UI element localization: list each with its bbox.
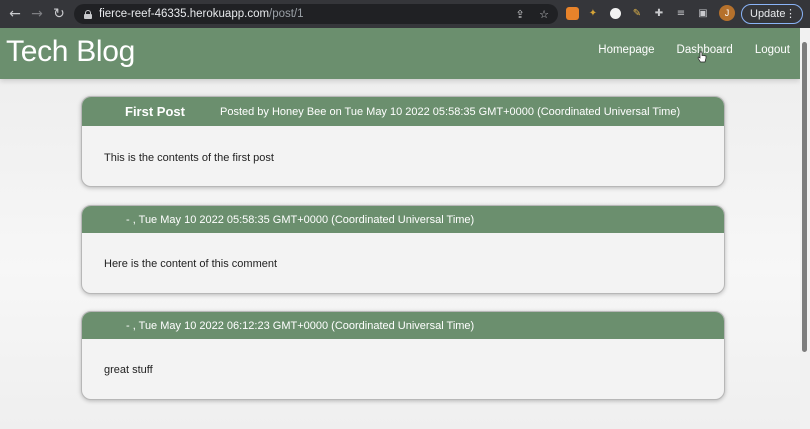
back-icon[interactable]: ←: [4, 3, 26, 25]
lock-icon: [84, 9, 92, 19]
share-icon[interactable]: ⇪: [512, 6, 528, 22]
reload-icon[interactable]: ↻: [48, 3, 70, 25]
comment-content: Here is the content of this comment: [104, 258, 278, 270]
circle-extension-icon[interactable]: [607, 5, 623, 21]
site-nav: Homepage Dashboard Logout: [598, 44, 790, 56]
comment-meta: - , Tue May 10 2022 06:12:23 GMT+0000 (C…: [82, 312, 724, 339]
menu-dots-icon[interactable]: ⋮: [785, 7, 796, 20]
post-header: First Post Posted by Honey Bee on Tue Ma…: [82, 97, 724, 126]
post-title: First Post: [125, 104, 185, 119]
reading-list-icon[interactable]: ≡: [673, 5, 689, 21]
site-header: Tech Blog Homepage Dashboard Logout: [0, 28, 800, 79]
browser-toolbar: ← → ↻ fierce-reef-46335.herokuapp.com/po…: [0, 0, 810, 28]
url-text: fierce-reef-46335.herokuapp.com/post/1: [99, 8, 304, 20]
forward-icon[interactable]: →: [26, 3, 48, 25]
puzzle-extensions-icon[interactable]: ✚: [651, 5, 667, 21]
scrollbar-thumb[interactable]: [802, 42, 807, 352]
extensions-bar: ✦ ✎ ✚ ≡ ▣ J: [566, 5, 735, 21]
update-label: Update: [750, 8, 786, 20]
bird-extension-icon[interactable]: ✦: [585, 5, 601, 21]
address-bar[interactable]: fierce-reef-46335.herokuapp.com/post/1 ⇪…: [74, 4, 558, 24]
post-content: This is the contents of the first post: [104, 152, 274, 164]
nav-homepage-link[interactable]: Homepage: [598, 44, 654, 56]
profile-avatar[interactable]: J: [719, 5, 735, 21]
comment-content: great stuff: [104, 364, 153, 376]
site-title[interactable]: Tech Blog: [6, 35, 135, 69]
comment-meta: - , Tue May 10 2022 05:58:35 GMT+0000 (C…: [82, 206, 724, 233]
pen-extension-icon[interactable]: ✎: [629, 5, 645, 21]
update-button[interactable]: Update ⋮: [741, 4, 803, 24]
metamask-extension-icon[interactable]: [566, 6, 579, 20]
post-meta: Posted by Honey Bee on Tue May 10 2022 0…: [220, 105, 681, 118]
hand-cursor-icon: [697, 51, 707, 63]
nav-logout-link[interactable]: Logout: [755, 44, 790, 56]
page: Tech Blog Homepage Dashboard Logout Firs…: [0, 28, 810, 429]
comment-card: - , Tue May 10 2022 06:12:23 GMT+0000 (C…: [81, 311, 725, 400]
bookmark-star-icon[interactable]: ☆: [536, 6, 552, 22]
side-panel-icon[interactable]: ▣: [695, 5, 711, 21]
comment-card: - , Tue May 10 2022 05:58:35 GMT+0000 (C…: [81, 205, 725, 294]
post-card: First Post Posted by Honey Bee on Tue Ma…: [81, 96, 725, 187]
